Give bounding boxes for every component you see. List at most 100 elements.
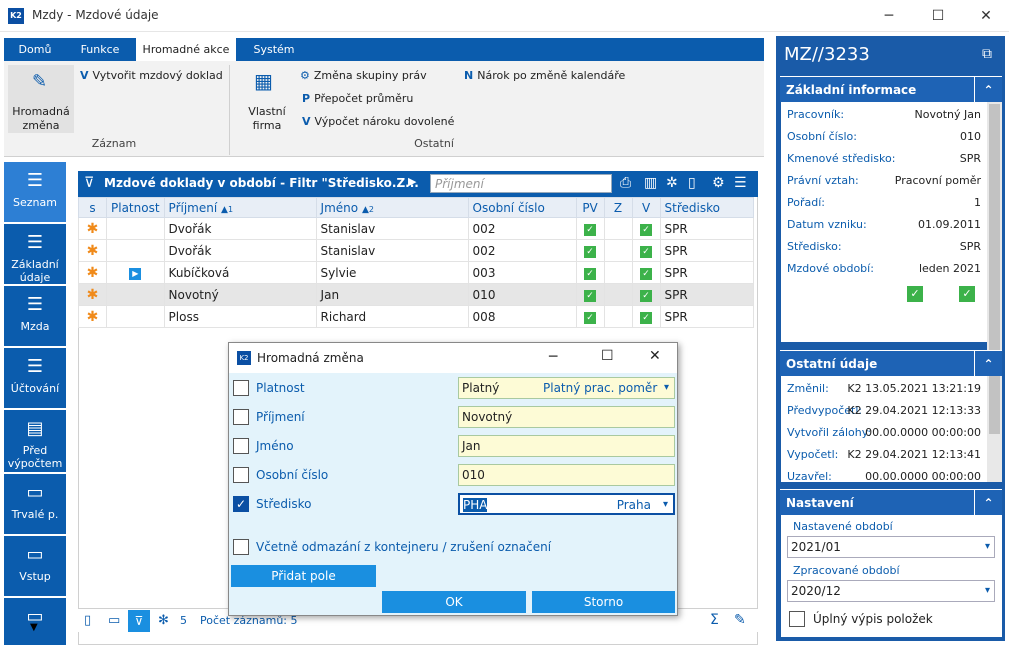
section-zakladni-head[interactable]: Základní informace ⌃: [780, 76, 1002, 103]
jmeno-field[interactable]: Jan: [458, 435, 675, 457]
cancel-button[interactable]: Storno: [532, 591, 675, 613]
nav-label: Vstup: [19, 570, 51, 583]
prepocet-button[interactable]: P Přepočet průměru: [302, 92, 413, 105]
uplny-vypis-checkbox[interactable]: [789, 611, 805, 627]
col-prijmeni[interactable]: Příjmení ▲1: [163, 197, 317, 218]
check-icon: ✓: [584, 268, 597, 280]
zmena-skupiny-button[interactable]: ⚙ Změna skupiny práv: [300, 69, 427, 82]
star-icon: ✱: [78, 283, 107, 306]
star-icon: ✱: [78, 239, 107, 262]
tab-domu[interactable]: Domů: [10, 38, 60, 61]
dropdown-icon[interactable]: ▾: [985, 537, 990, 557]
tab-funkce[interactable]: Funkce: [70, 38, 130, 61]
add-field-button[interactable]: Přidat pole: [231, 565, 376, 587]
sort-order-1: 1: [227, 204, 234, 214]
search-input[interactable]: Příjmení: [430, 174, 612, 193]
nav-zakladni-udaje[interactable]: ☰ Základní údaje: [4, 224, 66, 286]
nav-uctovani[interactable]: ☰ Účtování: [4, 348, 66, 410]
cell-prijmeni: Novotný: [163, 283, 317, 306]
minimize-icon[interactable]: ─: [549, 349, 557, 365]
marked-count: 5: [180, 614, 187, 627]
tree-icon[interactable]: ✲: [666, 175, 678, 191]
col-s[interactable]: s: [78, 197, 107, 218]
minimize-icon[interactable]: ─: [869, 4, 909, 28]
maximize-icon[interactable]: ☐: [918, 4, 958, 28]
chart-icon[interactable]: ▥: [644, 175, 657, 191]
nav-vstup[interactable]: ▭ Vstup: [4, 536, 66, 598]
box-icon: ▭: [26, 544, 44, 565]
nav-mzda[interactable]: ☰ Mzda: [4, 286, 66, 348]
jmeno-checkbox[interactable]: [233, 438, 249, 454]
section-ostatni-head[interactable]: Ostatní údaje ⌃: [780, 350, 1002, 377]
nav-pred-vypoctem[interactable]: ▤ Před výpočtem: [4, 410, 66, 474]
select-value: 2020/12: [791, 584, 841, 598]
narok-po-zmene-button[interactable]: N Nárok po změně kalendáře: [464, 69, 625, 82]
maximize-icon[interactable]: ☐: [601, 348, 614, 364]
scroll-down-icon[interactable]: ▼: [30, 622, 38, 633]
dropdown-icon[interactable]: ▾: [663, 495, 668, 515]
close-icon[interactable]: ✕: [966, 4, 1006, 28]
box-icon[interactable]: ▭: [108, 613, 120, 628]
col-jmeno[interactable]: Jméno ▲2: [315, 197, 469, 218]
dropdown-icon[interactable]: ▾: [664, 378, 669, 398]
zpracovane-obdobi-select[interactable]: 2020/12 ▾: [787, 580, 995, 602]
osobni-cislo-field[interactable]: 010: [458, 464, 675, 486]
table-row[interactable]: ✱ Dvořák Stanislav 002 ✓ ✓ SPR: [78, 239, 755, 262]
section-nastaveni-body: Nastavené období 2021/01 ▾ Zpracované obd…: [781, 515, 1002, 637]
popout-icon[interactable]: ⧉: [982, 46, 992, 62]
col-pv[interactable]: PV: [575, 197, 605, 218]
vypocet-naroku-button[interactable]: V Výpočet nároku dovolené: [302, 115, 454, 128]
field-extra: Praha: [616, 498, 651, 512]
book-icon[interactable]: ▯: [84, 613, 91, 628]
scrollbar-thumb[interactable]: [989, 104, 1000, 434]
chevron-up-icon[interactable]: ⌃: [974, 351, 1002, 377]
menu-icon[interactable]: ☰: [734, 175, 747, 191]
table-row[interactable]: ✱ Dvořák Stanislav 002 ✓ ✓ SPR: [78, 217, 755, 240]
nav-seznam[interactable]: ☰ Seznam: [4, 162, 66, 224]
platnost-select[interactable]: Platný Platný prac. poměr ▾: [458, 377, 675, 399]
tab-hromadne-akce[interactable]: Hromadné akce: [136, 38, 236, 61]
gear-icon[interactable]: ⚙: [712, 175, 725, 191]
print-icon[interactable]: ⎙: [620, 175, 631, 191]
nav-label: Trvalé p.: [11, 508, 59, 521]
include-checkbox[interactable]: [233, 539, 249, 555]
table-row-selected[interactable]: ✱ Novotný Jan 010 ✓ ✓ SPR: [78, 283, 755, 306]
table-row[interactable]: ✱ ▶ Kubíčková Sylvie 003 ✓ ✓ SPR: [78, 261, 755, 284]
col-stredisko[interactable]: Středisko: [659, 197, 755, 218]
table-row[interactable]: ✱ Ploss Richard 008 ✓ ✓ SPR: [78, 305, 755, 328]
chevron-up-icon[interactable]: ⌃: [974, 77, 1002, 103]
hromadna-zmena-button[interactable]: ✎ Hromadná změna: [8, 65, 74, 133]
prijmeni-field[interactable]: Novotný: [458, 406, 675, 428]
columns-icon[interactable]: ▯: [688, 175, 696, 191]
stredisko-checkbox[interactable]: ✓: [233, 496, 249, 512]
vytvorit-doklad-button[interactable]: V Vytvořit mzdový doklad: [80, 69, 223, 82]
right-scrollbar[interactable]: [987, 102, 1002, 482]
section-nastaveni-head[interactable]: Nastavení ⌃: [780, 489, 1002, 516]
snowflake-icon[interactable]: ✻: [158, 613, 169, 628]
tab-system[interactable]: Systém: [244, 38, 304, 61]
dropdown-icon[interactable]: ▾: [985, 581, 990, 601]
edit-icon[interactable]: ✎: [734, 612, 746, 628]
filter-icon[interactable]: ⊽: [84, 175, 94, 191]
sum-icon[interactable]: Σ: [710, 612, 719, 628]
col-v[interactable]: V: [631, 197, 661, 218]
platnost-checkbox[interactable]: [233, 380, 249, 396]
osobni-cislo-checkbox[interactable]: [233, 467, 249, 483]
col-z[interactable]: Z: [603, 197, 633, 218]
filter-icon[interactable]: ⊽: [128, 610, 150, 632]
nastavene-obdobi-select[interactable]: 2021/01 ▾: [787, 536, 995, 558]
check-icon: ✓: [640, 312, 653, 324]
col-platnost[interactable]: Platnost: [106, 197, 165, 218]
col-osobni-cislo[interactable]: Osobní číslo: [467, 197, 577, 218]
vlastni-firma-button[interactable]: ▦ Vlastní firma: [242, 67, 292, 135]
cell-cislo: 002: [467, 217, 577, 240]
ok-button[interactable]: OK: [382, 591, 526, 613]
field-value: Platný: [462, 381, 500, 395]
prijmeni-checkbox[interactable]: [233, 409, 249, 425]
stredisko-select[interactable]: PHA Praha ▾: [458, 493, 675, 515]
nav-trvale[interactable]: ▭ Trvalé p.: [4, 474, 66, 536]
cell-cislo: 008: [467, 305, 577, 328]
close-icon[interactable]: ✕: [649, 348, 661, 364]
play-icon[interactable]: ▶: [408, 175, 416, 188]
chevron-up-icon[interactable]: ⌃: [974, 490, 1002, 516]
